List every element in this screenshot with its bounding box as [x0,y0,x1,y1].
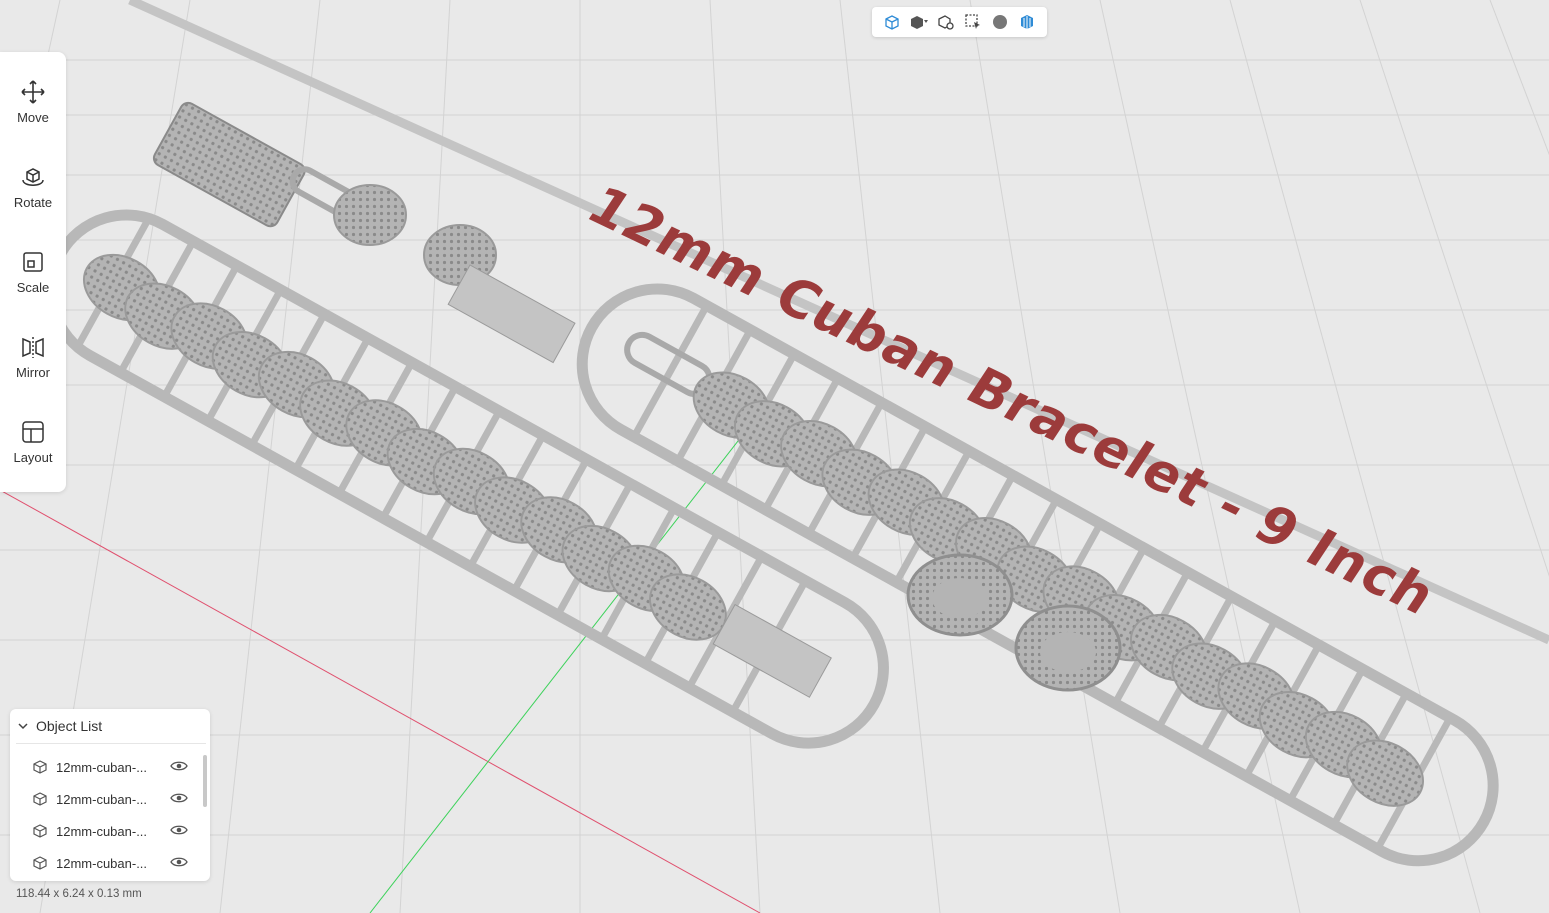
zoom-object-icon[interactable] [935,11,957,33]
object-list-header[interactable]: Object List [16,709,206,744]
select-region-icon[interactable] [962,11,984,33]
shading-mode-icon[interactable] [908,11,930,33]
eye-icon[interactable] [170,855,188,869]
cube-icon [33,824,47,838]
build-plate-grid [0,0,1549,913]
object-name: 12mm-cuban-... [56,855,148,871]
cube-icon [33,856,47,870]
view-toolbar [872,7,1047,37]
object-list-item[interactable]: 12mm-cuban-... [10,784,200,814]
tool-panel: Move Rotate Scale Mirror Layout [0,52,66,492]
cube-icon [33,760,47,774]
object-list-panel: Object List 12mm-cuban-... 12mm-cuban-..… [10,709,210,881]
wireframe-icon[interactable] [1016,11,1038,33]
rotate-tool-button[interactable]: Rotate [0,157,66,229]
object-name: 12mm-cuban-... [56,823,148,839]
scale-icon [23,252,43,272]
object-list-item[interactable]: 12mm-cuban-... [10,848,200,878]
move-icon [21,80,45,104]
cube-icon [33,792,47,806]
scale-tool-label: Scale [16,280,50,295]
object-list-title: Object List [36,718,103,734]
eye-icon[interactable] [170,791,188,805]
object-list-scrollbar[interactable] [203,755,207,807]
model-dimensions: 118.44 x 6.24 x 0.13 mm [16,888,142,900]
object-list-item[interactable]: 12mm-cuban-... [10,752,200,782]
move-tool-label: Move [17,110,49,125]
layout-tool-label: Layout [13,450,53,465]
mirror-icon [22,337,44,358]
rotate-tool-label: Rotate [13,195,53,210]
eye-icon[interactable] [170,759,188,773]
object-list-item[interactable]: 12mm-cuban-... [10,816,200,846]
layout-icon [22,421,44,443]
object-name: 12mm-cuban-... [56,759,148,775]
object-name: 12mm-cuban-... [56,791,148,807]
mirror-tool-label: Mirror [16,365,50,380]
move-tool-button[interactable]: Move [0,72,66,144]
material-sphere-icon[interactable] [989,11,1011,33]
3d-viewport[interactable]: 12mm Cuban Bracelet - 9 Inch [0,0,1549,913]
view-cube-icon[interactable] [881,11,903,33]
eye-icon[interactable] [170,823,188,837]
mirror-tool-button[interactable]: Mirror [0,327,66,399]
layout-tool-button[interactable]: Layout [0,412,66,484]
rotate-icon [22,168,44,186]
chevron-down-icon [18,723,28,730]
scale-tool-button[interactable]: Scale [0,242,66,314]
